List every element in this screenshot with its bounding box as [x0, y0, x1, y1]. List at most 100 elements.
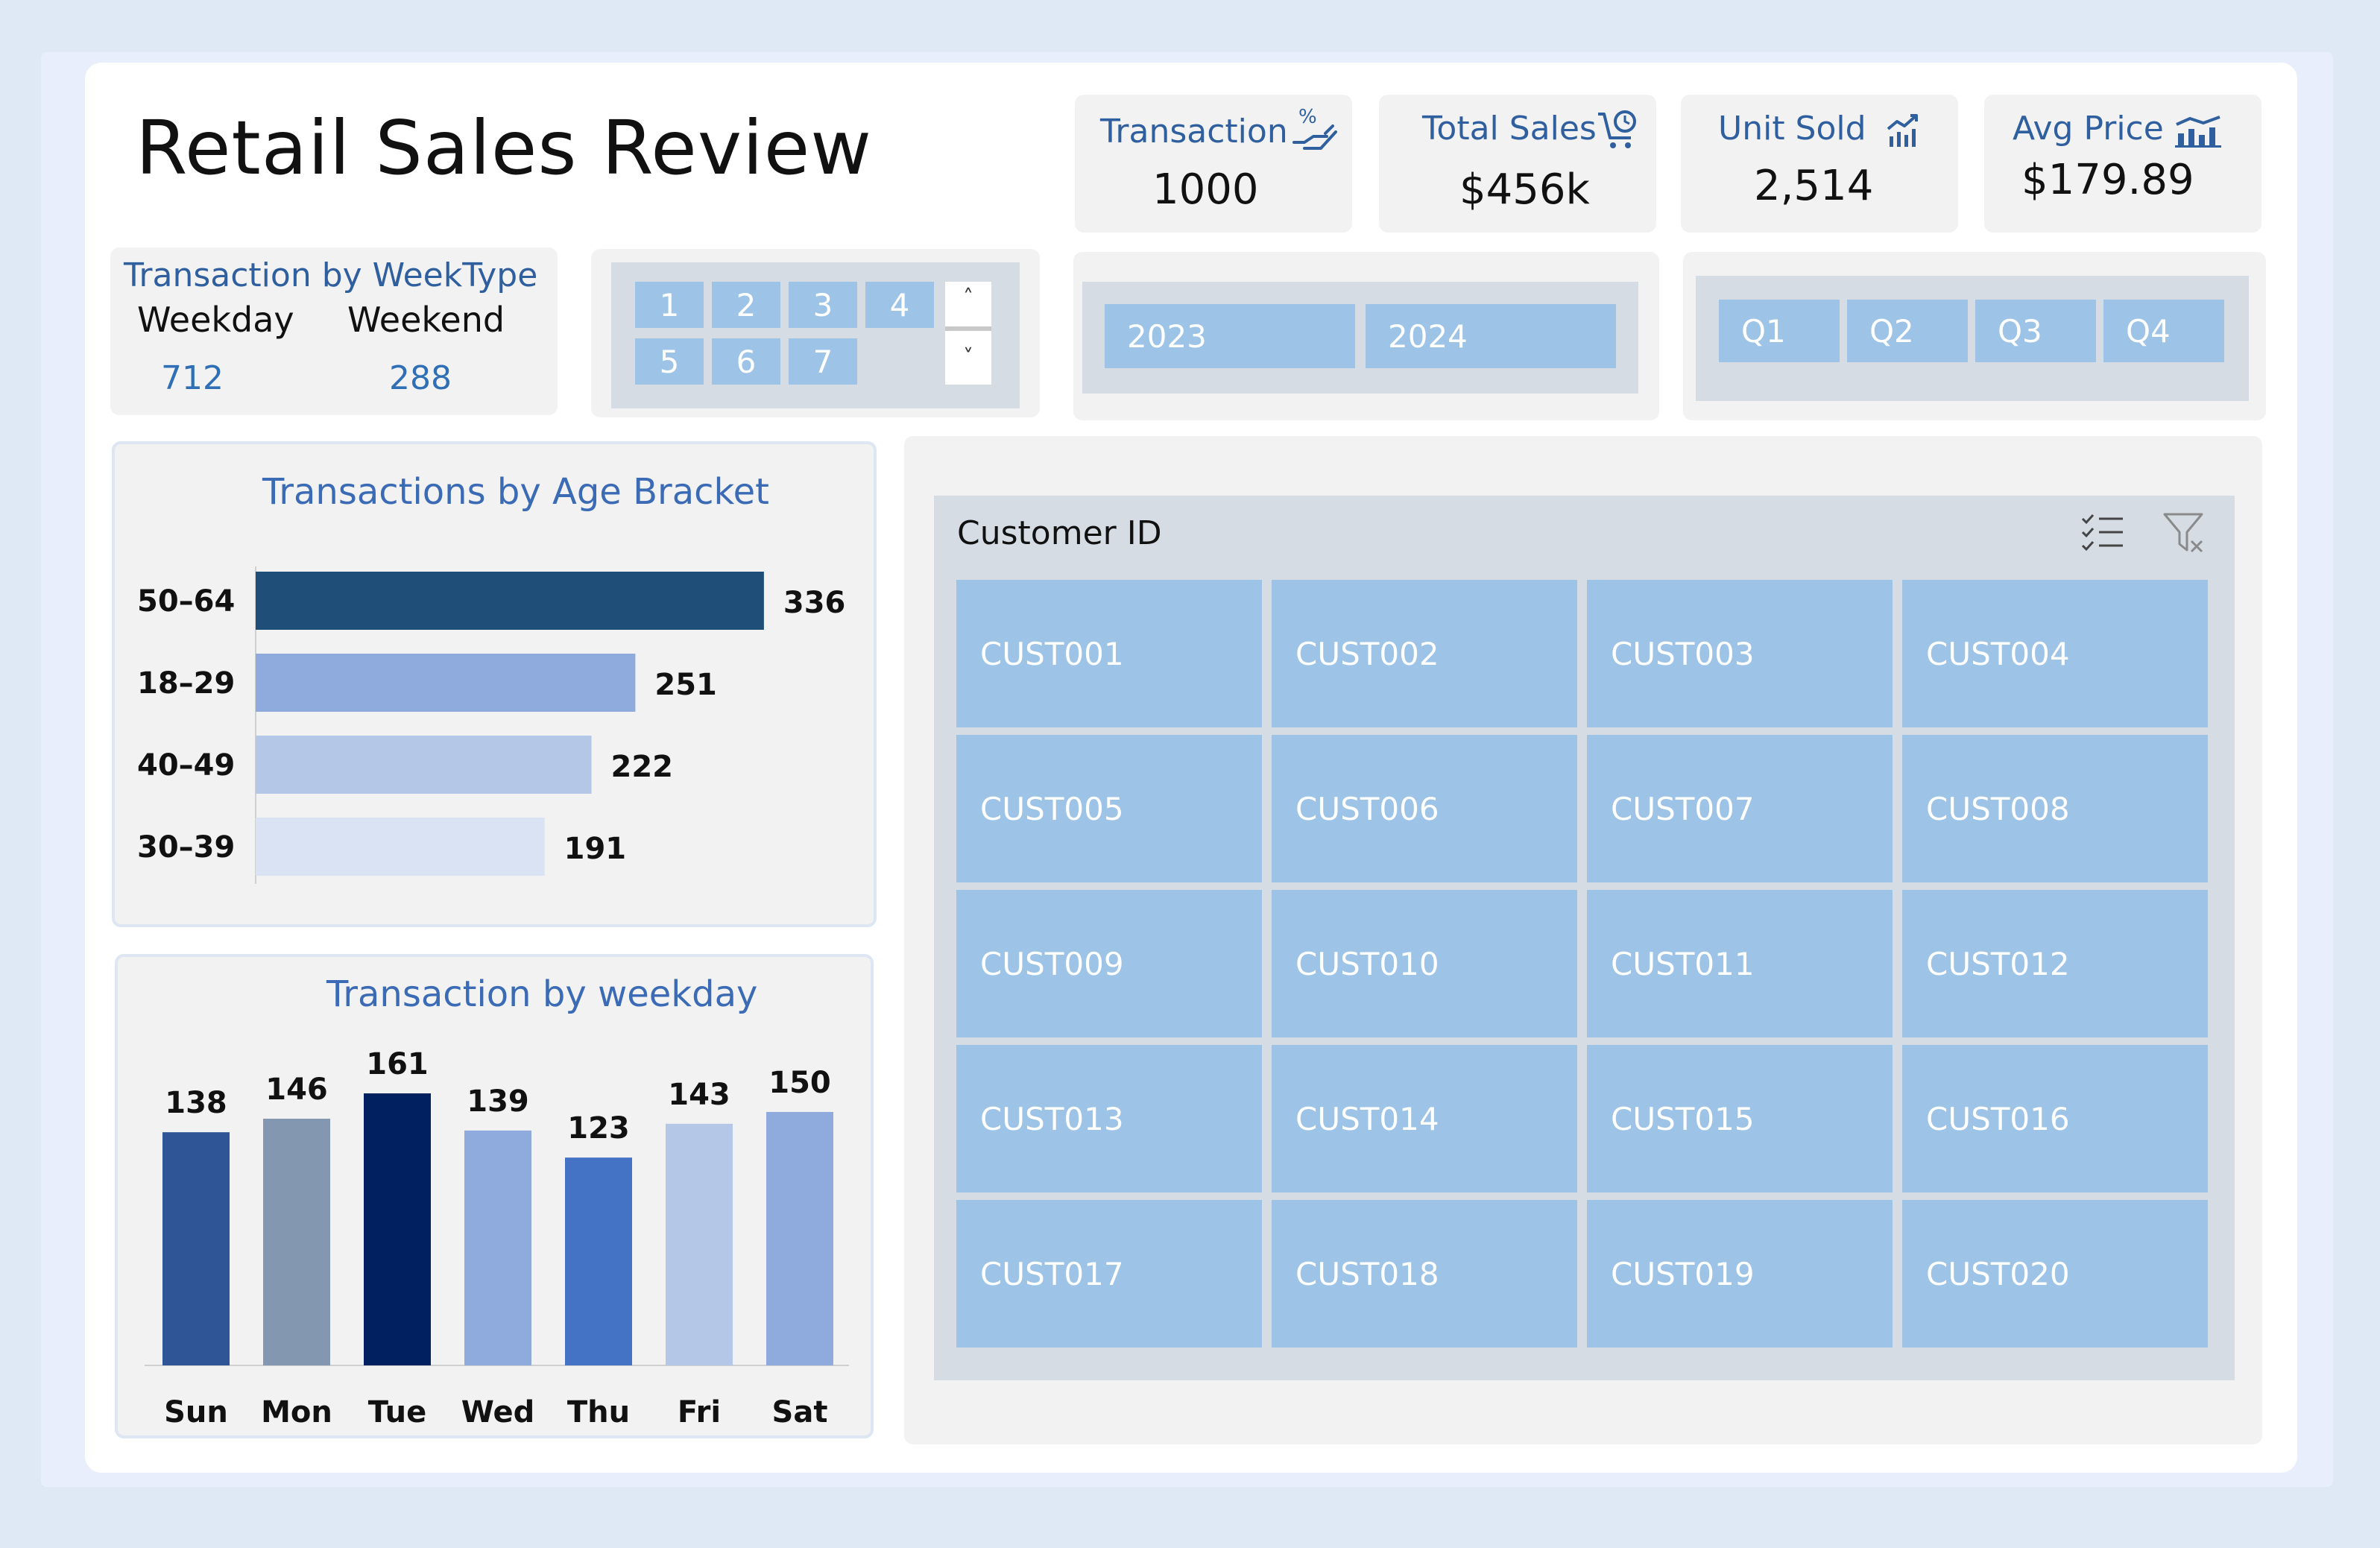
kpi-transaction-label: Transaction	[1100, 113, 1288, 151]
age-data-label: 251	[654, 668, 717, 702]
age-category-label: 40–49	[137, 748, 235, 783]
customer-chip[interactable]: CUST019	[1587, 1200, 1893, 1348]
weekday-data-label: 143	[668, 1078, 730, 1112]
weekday-chart: 138 Sun 146 Mon 161 Tue 139 Wed 123 Thu 143 Fri 150 S…	[145, 1047, 849, 1429]
kpi-total-sales-card: Total Sales $456k	[1379, 95, 1656, 233]
age-data-label: 222	[611, 750, 674, 784]
weekday-label: Weekday	[137, 300, 294, 340]
weekday-data-label: 123	[567, 1111, 630, 1146]
year-chip-2024[interactable]: 2024	[1366, 304, 1616, 368]
customer-chip[interactable]: CUST006	[1272, 735, 1577, 882]
clear-filter-icon[interactable]	[2162, 511, 2206, 555]
quarter-chip-q2[interactable]: Q2	[1847, 300, 1968, 362]
age-category-label: 50–64	[137, 584, 235, 619]
multi-select-icon[interactable]	[2080, 511, 2126, 553]
svg-text:%: %	[1298, 106, 1317, 128]
weekday-category-label: Sat	[772, 1395, 828, 1429]
kpi-avg-price-label: Avg Price	[2013, 110, 2164, 148]
percent-hand-icon: %	[1292, 106, 1337, 150]
customer-chip[interactable]: CUST007	[1587, 735, 1893, 882]
weekday-data-label: 138	[165, 1086, 227, 1120]
customer-chip[interactable]: CUST011	[1587, 890, 1893, 1037]
year-chip-2023[interactable]: 2023	[1105, 304, 1355, 368]
scroll-thumb[interactable]	[945, 326, 991, 331]
customer-chip[interactable]: CUST009	[956, 890, 1262, 1037]
scroll-up-icon[interactable]: ˄	[945, 285, 991, 322]
age-bar-0	[256, 572, 764, 630]
customer-chip[interactable]: CUST002	[1272, 580, 1577, 727]
kpi-total-sales-value: $456k	[1459, 165, 1590, 214]
age-bar-3	[256, 818, 545, 876]
weekday-bar-6	[766, 1111, 833, 1365]
weekday-bar-4	[565, 1157, 632, 1365]
weekday-category-label: Wed	[461, 1395, 534, 1429]
customer-chip[interactable]: CUST015	[1587, 1045, 1893, 1192]
customer-chip[interactable]: CUST010	[1272, 890, 1577, 1037]
day-chip-7[interactable]: 7	[789, 338, 857, 385]
customer-chip[interactable]: CUST018	[1272, 1200, 1577, 1348]
day-chip-6[interactable]: 6	[712, 338, 780, 385]
weektype-title-part2: by WeekType	[321, 256, 538, 294]
customer-chip[interactable]: CUST020	[1902, 1200, 2208, 1348]
day-chip-2[interactable]: 2	[712, 282, 780, 328]
customer-chip[interactable]: CUST013	[956, 1045, 1262, 1192]
day-chip-3[interactable]: 3	[789, 282, 857, 328]
cart-clock-icon	[1598, 110, 1636, 148]
customer-chip[interactable]: CUST017	[956, 1200, 1262, 1348]
age-category-label: 18–29	[137, 666, 235, 701]
age-bar-2	[256, 736, 592, 794]
kpi-unit-sold-label: Unit Sold	[1718, 110, 1866, 148]
weekday-bar-5	[666, 1123, 733, 1365]
weekday-data-label: 139	[467, 1084, 529, 1119]
customer-chip[interactable]: CUST003	[1587, 580, 1893, 727]
weekday-bar-3	[464, 1130, 531, 1365]
kpi-avg-price-value: $179.89	[2021, 156, 2194, 204]
quarter-chip-q4[interactable]: Q4	[2103, 300, 2224, 362]
customer-chip[interactable]: CUST004	[1902, 580, 2208, 727]
quarter-chip-q1[interactable]: Q1	[1719, 300, 1840, 362]
customer-chip[interactable]: CUST014	[1272, 1045, 1577, 1192]
weekday-category-label: Mon	[261, 1395, 332, 1429]
age-bracket-chart: 50–64 336 18–29 251 40–49 222 30–39 191	[137, 566, 846, 884]
kpi-transaction-card: Transaction % 1000	[1075, 95, 1352, 233]
bar-chart-icon	[2175, 116, 2221, 148]
day-chip-4[interactable]: 4	[865, 282, 934, 328]
page-title: Retail Sales Review	[136, 104, 873, 192]
age-data-label: 191	[564, 832, 627, 866]
weekday-data-label: 146	[265, 1072, 328, 1107]
weekend-value: 288	[389, 359, 452, 397]
weektype-title-part1: Transaction	[124, 256, 312, 294]
kpi-transaction-value: 1000	[1152, 165, 1259, 214]
age-bar-1	[256, 654, 636, 712]
growth-chart-icon	[1887, 114, 1918, 147]
weekend-label: Weekend	[347, 300, 505, 340]
weekday-bar-0	[162, 1132, 230, 1365]
weekday-category-label: Thu	[567, 1395, 630, 1429]
weekday-data-label: 161	[366, 1047, 429, 1081]
kpi-unit-sold-card: Unit Sold 2,514	[1681, 95, 1958, 233]
weekday-data-label: 150	[768, 1066, 831, 1100]
day-slicer-scrollbar[interactable]: ˄ ˅	[945, 282, 991, 385]
weekday-bar-1	[263, 1119, 330, 1365]
day-chip-1[interactable]: 1	[635, 282, 704, 328]
customer-chip[interactable]: CUST016	[1902, 1045, 2208, 1192]
day-chip-5[interactable]: 5	[635, 338, 704, 385]
weekday-bar-2	[364, 1093, 431, 1365]
quarter-chip-q3[interactable]: Q3	[1975, 300, 2096, 362]
weekday-category-label: Sun	[164, 1395, 228, 1429]
kpi-avg-price-card: Avg Price $179.89	[1984, 95, 2261, 233]
kpi-unit-sold-value: 2,514	[1754, 162, 1874, 210]
scroll-down-icon[interactable]: ˅	[945, 344, 991, 382]
weekday-category-label: Tue	[368, 1395, 427, 1429]
customer-chip[interactable]: CUST012	[1902, 890, 2208, 1037]
weekday-value: 712	[161, 359, 224, 397]
age-category-label: 30–39	[137, 830, 235, 865]
customer-chip[interactable]: CUST001	[956, 580, 1262, 727]
weektype-title: Transaction by WeekType	[124, 256, 537, 294]
customer-chip[interactable]: CUST005	[956, 735, 1262, 882]
weektype-panel: Transaction by WeekType Weekday Weekend …	[110, 247, 558, 415]
age-data-label: 336	[783, 586, 846, 620]
customer-chip[interactable]: CUST008	[1902, 735, 2208, 882]
customer-slicer-title: Customer ID	[957, 514, 1162, 552]
weekday-category-label: Fri	[678, 1395, 721, 1429]
